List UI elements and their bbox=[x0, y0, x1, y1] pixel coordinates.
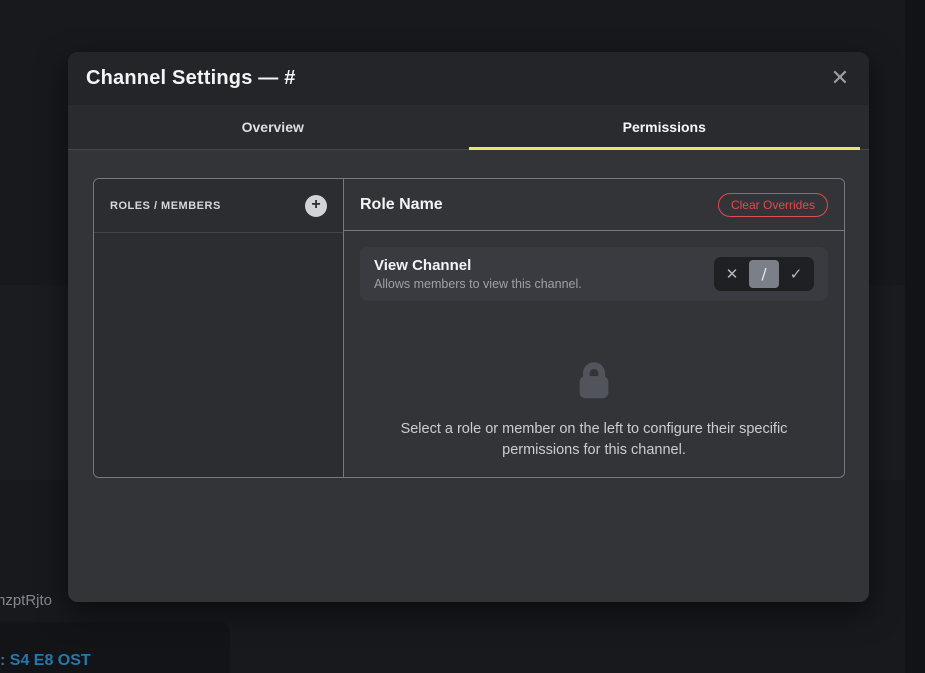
clear-overrides-button[interactable]: Clear Overrides bbox=[718, 193, 828, 217]
modal-header: Channel Settings — # ✕ bbox=[68, 52, 869, 105]
roles-members-panel: ROLES / MEMBERS + bbox=[94, 179, 344, 477]
modal-title: Channel Settings — # bbox=[86, 67, 296, 90]
roles-members-list[interactable] bbox=[94, 233, 343, 477]
background-right-strip bbox=[905, 0, 925, 673]
roles-members-header: ROLES / MEMBERS + bbox=[94, 179, 343, 233]
channel-settings-modal: Channel Settings — # ✕ Overview Permissi… bbox=[68, 52, 869, 602]
role-permissions-header: Role Name Clear Overrides bbox=[344, 179, 844, 231]
tab-overview[interactable]: Overview bbox=[77, 105, 469, 149]
modal-content: ROLES / MEMBERS + Role Name Clear Overri… bbox=[68, 150, 869, 602]
permission-toggle-group: ✕ / ✓ bbox=[714, 257, 814, 291]
background-link[interactable]: : S4 E8 OST bbox=[0, 652, 91, 670]
tab-bar: Overview Permissions bbox=[68, 105, 869, 150]
permission-row-view-channel: View Channel Allows members to view this… bbox=[360, 247, 828, 301]
role-name-title: Role Name bbox=[360, 196, 443, 214]
roles-members-label: ROLES / MEMBERS bbox=[110, 200, 221, 212]
permission-description: Allows members to view this channel. bbox=[374, 277, 582, 291]
lock-icon bbox=[571, 357, 617, 403]
permissions-panels: ROLES / MEMBERS + Role Name Clear Overri… bbox=[93, 178, 845, 478]
close-icon[interactable]: ✕ bbox=[825, 64, 855, 94]
permission-text: View Channel Allows members to view this… bbox=[374, 257, 582, 291]
empty-state-message: Select a role or member on the left to c… bbox=[367, 419, 822, 461]
allow-icon[interactable]: ✓ bbox=[781, 260, 811, 288]
add-role-icon[interactable]: + bbox=[305, 195, 327, 217]
empty-state: Select a role or member on the left to c… bbox=[344, 317, 844, 477]
background-partial-text: nzptRjto bbox=[0, 592, 52, 609]
tab-permissions[interactable]: Permissions bbox=[469, 105, 861, 149]
neutral-icon[interactable]: / bbox=[749, 260, 779, 288]
role-permissions-panel: Role Name Clear Overrides View Channel A… bbox=[344, 179, 844, 477]
permission-name: View Channel bbox=[374, 257, 582, 274]
deny-icon[interactable]: ✕ bbox=[717, 260, 747, 288]
